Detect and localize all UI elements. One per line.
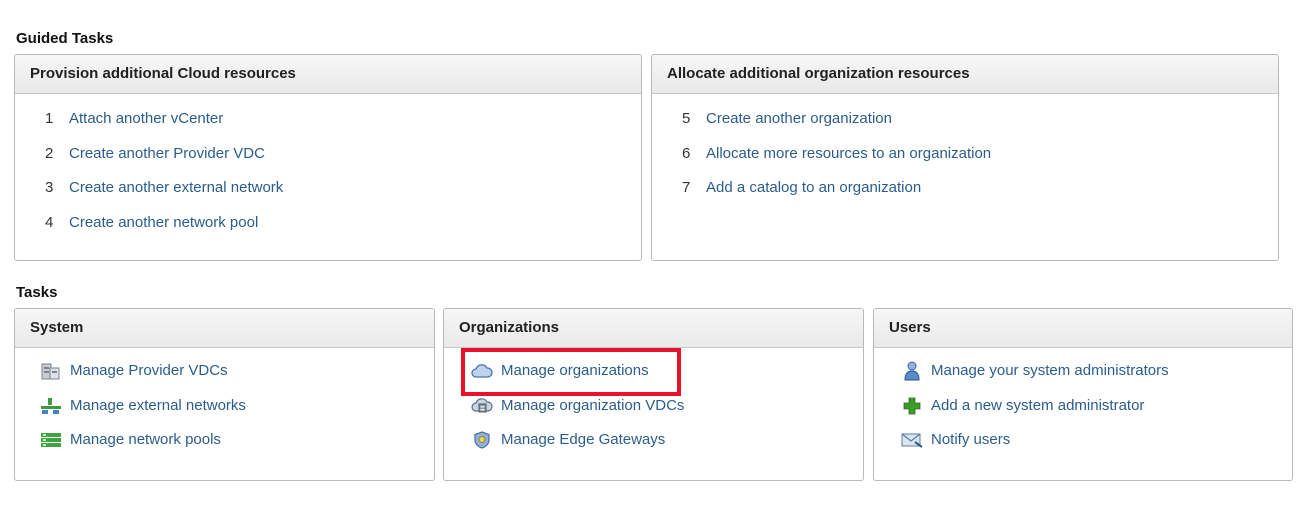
item-number: 5 bbox=[682, 110, 691, 127]
panel-header: Organizations bbox=[444, 309, 863, 348]
network-pool-icon bbox=[40, 431, 62, 449]
task-manage-system-admins: Manage your system administrators bbox=[901, 361, 1292, 397]
manage-org-vdcs-link[interactable]: Manage organization VDCs bbox=[501, 397, 684, 414]
panel-system: System Manage Provider VDCs Manage exter… bbox=[14, 308, 435, 481]
external-network-icon bbox=[40, 397, 62, 415]
guided-item-add-catalog: 7 Add a catalog to an organization bbox=[682, 179, 1278, 214]
task-manage-external-networks: Manage external networks bbox=[40, 397, 434, 432]
guided-item-allocate-resources: 6 Allocate more resources to an organizat… bbox=[682, 145, 1278, 180]
task-manage-edge-gateways: Manage Edge Gateways bbox=[471, 431, 863, 466]
create-network-pool-link[interactable]: Create another network pool bbox=[69, 214, 258, 231]
item-number: 3 bbox=[45, 179, 54, 197]
panel-header: Provision additional Cloud resources bbox=[15, 55, 641, 94]
manage-provider-vdcs-link[interactable]: Manage Provider VDCs bbox=[70, 362, 228, 379]
task-manage-network-pools: Manage network pools bbox=[40, 431, 434, 466]
item-number: 4 bbox=[45, 214, 54, 232]
task-manage-provider-vdcs: Manage Provider VDCs bbox=[40, 362, 434, 397]
manage-organizations-link[interactable]: Manage organizations bbox=[501, 362, 649, 379]
item-number: 7 bbox=[682, 179, 691, 197]
task-manage-organizations: Manage organizations bbox=[471, 362, 863, 397]
panel-users: Users Manage your system administrators … bbox=[873, 308, 1293, 481]
provider-vdc-icon bbox=[40, 362, 62, 380]
guided-item-create-provider-vdc: 2 Create another Provider VDC bbox=[45, 145, 641, 180]
mail-icon bbox=[901, 431, 923, 449]
shield-icon bbox=[471, 431, 493, 449]
task-add-system-admin: Add a new system administrator bbox=[901, 397, 1292, 432]
item-number: 6 bbox=[682, 144, 691, 162]
notify-users-link[interactable]: Notify users bbox=[931, 431, 1010, 448]
guided-item-create-external-network: 3 Create another external network bbox=[45, 179, 641, 214]
panel-provision-cloud-resources: Provision additional Cloud resources 1 At… bbox=[14, 54, 642, 261]
create-organization-link[interactable]: Create another organization bbox=[706, 110, 892, 127]
panel-allocate-org-resources: Allocate additional organization resourc… bbox=[651, 54, 1279, 261]
guided-tasks-title: Guided Tasks bbox=[16, 30, 114, 47]
add-catalog-link[interactable]: Add a catalog to an organization bbox=[706, 179, 921, 196]
guided-item-create-network-pool: 4 Create another network pool bbox=[45, 214, 641, 249]
green-plus-icon bbox=[901, 397, 923, 415]
item-number: 2 bbox=[45, 144, 54, 162]
manage-network-pools-link[interactable]: Manage network pools bbox=[70, 431, 221, 448]
task-notify-users: Notify users bbox=[901, 431, 1292, 466]
manage-edge-gateways-link[interactable]: Manage Edge Gateways bbox=[501, 431, 665, 448]
panel-header: Users bbox=[874, 309, 1292, 348]
manage-external-networks-link[interactable]: Manage external networks bbox=[70, 397, 246, 414]
guided-item-create-organization: 5 Create another organization bbox=[682, 110, 1278, 145]
admin-user-icon bbox=[901, 361, 923, 381]
add-system-admin-link[interactable]: Add a new system administrator bbox=[931, 397, 1144, 414]
cloud-icon bbox=[471, 362, 493, 380]
allocate-resources-link[interactable]: Allocate more resources to an organizati… bbox=[706, 145, 991, 162]
org-vdc-icon bbox=[471, 397, 493, 415]
panel-header: System bbox=[15, 309, 434, 348]
task-manage-org-vdcs: Manage organization VDCs bbox=[471, 397, 863, 432]
create-provider-vdc-link[interactable]: Create another Provider VDC bbox=[69, 145, 265, 162]
manage-system-admins-link[interactable]: Manage your system administrators bbox=[931, 362, 1169, 379]
panel-header: Allocate additional organization resourc… bbox=[652, 55, 1278, 94]
guided-item-attach-vcenter: 1 Attach another vCenter bbox=[45, 110, 641, 145]
create-external-network-link[interactable]: Create another external network bbox=[69, 179, 283, 196]
attach-vcenter-link[interactable]: Attach another vCenter bbox=[69, 110, 223, 127]
tasks-title: Tasks bbox=[16, 284, 58, 301]
panel-organizations: Organizations Manage organizations Manag… bbox=[443, 308, 864, 481]
item-number: 1 bbox=[45, 110, 54, 127]
